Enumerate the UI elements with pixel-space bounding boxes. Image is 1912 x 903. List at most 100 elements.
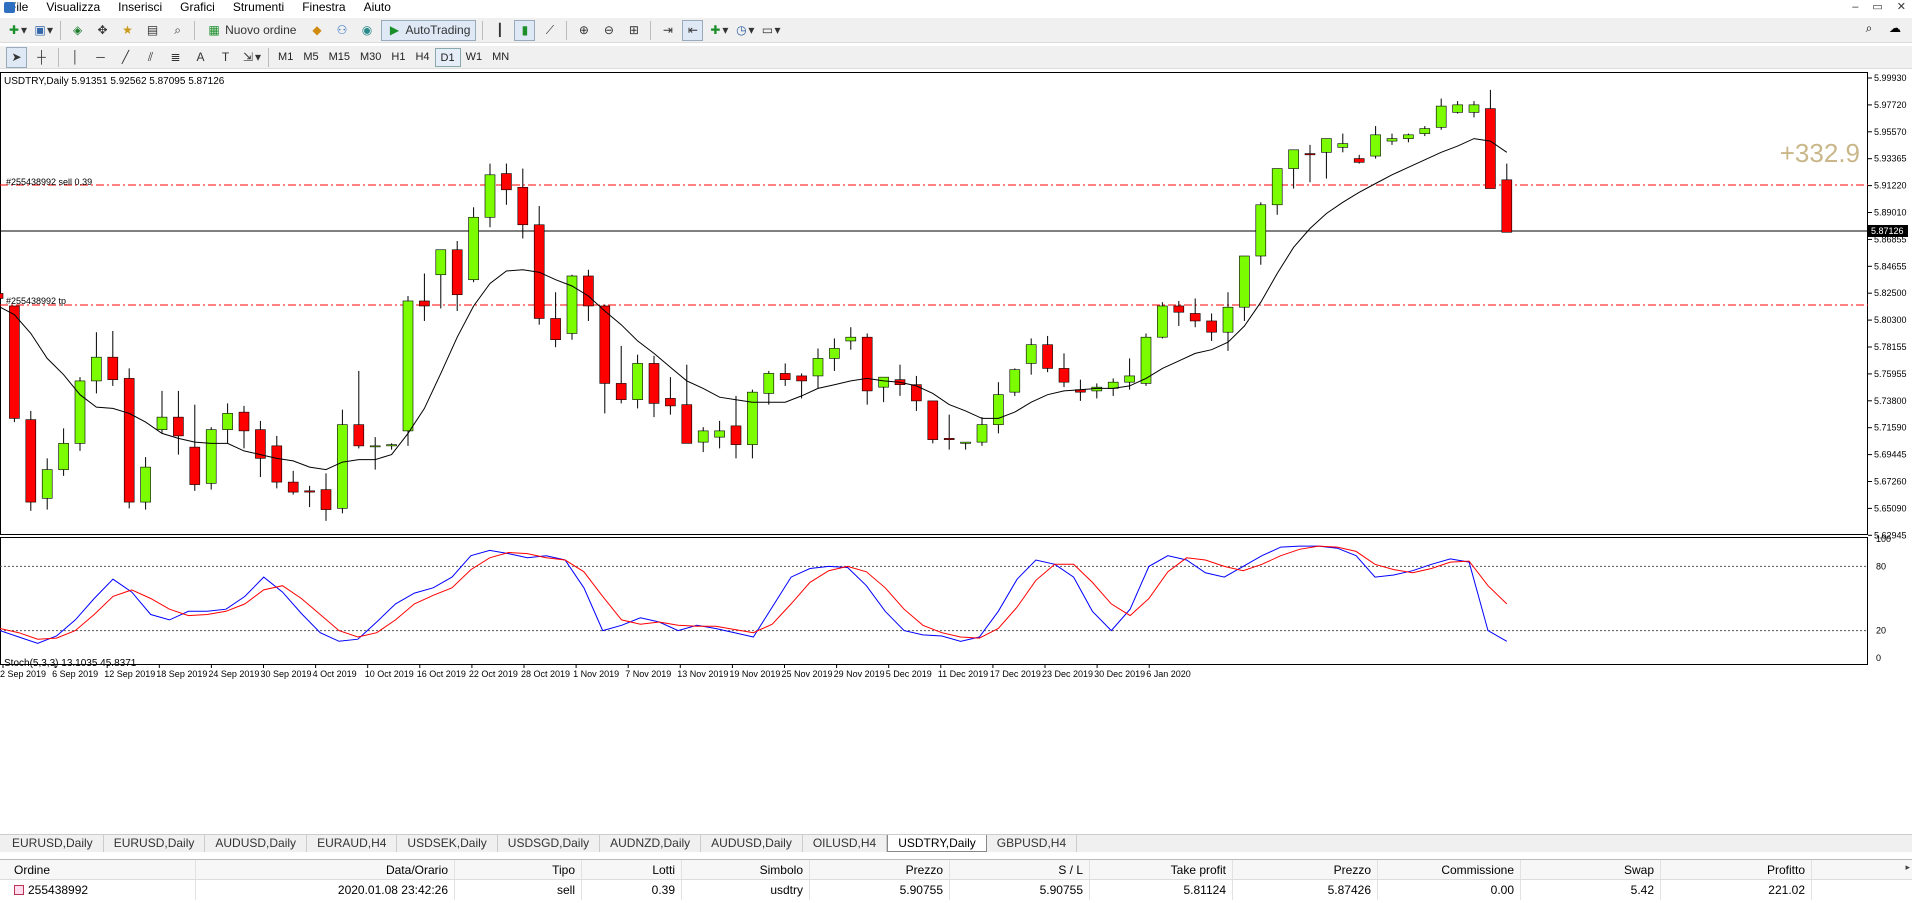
auto-scroll-button[interactable]: ⇥ <box>657 20 678 41</box>
zoom-out-button[interactable]: ⊖ <box>598 20 619 41</box>
col-sl[interactable]: S / L <box>950 860 1090 879</box>
candle-body <box>861 336 873 392</box>
periods-button[interactable]: ◷ ▾ <box>733 20 755 41</box>
tab-usdsgd-daily[interactable]: USDSGD,Daily <box>498 835 601 852</box>
chart-shift-button[interactable]: ⇤ <box>682 19 704 41</box>
timeframe-m1[interactable]: M1 <box>273 48 298 67</box>
candle-body <box>123 378 135 503</box>
channel-button[interactable]: ⫽ <box>140 47 161 68</box>
tab-usdsek-daily[interactable]: USDSEK,Daily <box>397 835 498 852</box>
trendline-button[interactable]: ╱ <box>115 47 136 68</box>
arrows-button[interactable]: ⇲ ▾ <box>240 47 262 68</box>
timeframe-m5[interactable]: M5 <box>298 48 323 67</box>
templates-button[interactable]: ▭ ▾ <box>759 20 781 41</box>
bar-chart-button[interactable]: ┃ <box>489 20 510 41</box>
tab-usdtry-daily[interactable]: USDTRY,Daily <box>887 835 987 852</box>
candle-body <box>501 173 512 191</box>
y-tick-label: 5.67260 <box>1874 477 1907 487</box>
candle-body <box>320 489 332 510</box>
cursor-button[interactable]: ➤ <box>6 46 27 68</box>
timeframe-d1[interactable]: D1 <box>434 47 461 67</box>
close-button[interactable]: ✕ <box>1897 0 1906 15</box>
indicators-button[interactable]: ✚ ▾ <box>707 20 729 41</box>
price-chart[interactable]: 5.99930 5.97720 5.95570 5.93365 5.91220 5.890… <box>0 72 1912 826</box>
timeframe-mn[interactable]: MN <box>487 48 514 67</box>
col-symbol[interactable]: Simbolo <box>682 860 810 879</box>
tab-eurusd-daily-2[interactable]: EURUSD,Daily <box>104 835 206 852</box>
col-price[interactable]: Prezzo <box>1233 860 1378 879</box>
col-tp[interactable]: Take profit <box>1090 860 1233 879</box>
bar-chart-icon: ┃ <box>496 23 504 37</box>
chat-icon[interactable]: ☁ <box>1888 21 1902 35</box>
vertical-line-button[interactable]: │ <box>65 47 86 68</box>
col-datetime[interactable]: Data/Orario <box>196 860 455 879</box>
zoom-in-icon: ⊕ <box>578 23 589 37</box>
candle-body <box>107 356 119 380</box>
zoom-in-button[interactable]: ⊕ <box>573 20 594 41</box>
line-chart-button[interactable]: ⟋ <box>539 20 560 41</box>
minimize-button[interactable]: – <box>1852 0 1858 15</box>
text-label-button[interactable]: T <box>215 47 236 68</box>
stoch-level-label: 100 <box>1876 534 1891 544</box>
new-chart-button[interactable]: ✚ ▾ <box>6 20 28 41</box>
scroll-right-icon[interactable]: ▸ <box>1905 862 1910 873</box>
x-tick-label: 29 Nov 2019 <box>834 669 885 679</box>
market-button[interactable]: ◉ <box>356 20 377 41</box>
signals-button[interactable]: ⚇ <box>331 20 352 41</box>
search-icon[interactable]: ⌕ <box>1862 21 1876 35</box>
text-button[interactable]: A <box>190 47 211 68</box>
candle-chart-button[interactable]: ▮ <box>514 19 536 41</box>
candle-body <box>878 376 889 388</box>
tab-audusd-daily[interactable]: AUDUSD,Daily <box>205 835 308 852</box>
y-tick-label: 5.91220 <box>1874 181 1907 191</box>
candle-body <box>960 441 971 444</box>
menu-insert[interactable]: Inserisci <box>109 0 171 15</box>
market-watch-button[interactable]: ◈ <box>67 20 88 41</box>
strategy-tester-button[interactable]: ⌕ <box>167 20 188 41</box>
standard-toolbar: ✚ ▾ ▣ ▾ ◈ ✥ ★ ▤ ⌕ ▦ Nuovo ordine ◆ ⚇ ◉ ▶ Aut… <box>0 18 1912 43</box>
candle-body <box>976 424 988 443</box>
timeframe-m30[interactable]: M30 <box>355 48 386 67</box>
menu-tools[interactable]: Strumenti <box>224 0 293 15</box>
candle-body <box>1468 104 1480 113</box>
fibonacci-button[interactable]: ≣ <box>165 47 186 68</box>
autotrading-button[interactable]: ▶ AutoTrading <box>381 19 477 41</box>
data-window-button[interactable]: ✥ <box>92 20 113 41</box>
menu-view[interactable]: Visualizza <box>37 0 109 15</box>
col-profit[interactable]: Profitto <box>1661 860 1812 879</box>
profiles-button[interactable]: ▣ ▾ <box>32 20 54 41</box>
chart-window[interactable]: 5.99930 5.97720 5.95570 5.93365 5.91220 5.890… <box>0 72 1912 826</box>
tester-icon: ⌕ <box>174 23 181 37</box>
menu-window[interactable]: Finestra <box>293 0 354 15</box>
crosshair-button[interactable]: ┼ <box>31 47 52 68</box>
col-type[interactable]: Tipo <box>455 860 582 879</box>
col-order[interactable]: Ordine <box>0 860 196 879</box>
col-lots[interactable]: Lotti <box>582 860 682 879</box>
terminal-button[interactable]: ▤ <box>142 20 163 41</box>
menu-charts[interactable]: Grafici <box>171 0 224 15</box>
candle-body <box>796 375 807 382</box>
col-open-price[interactable]: Prezzo <box>810 860 950 879</box>
candle-body <box>779 373 791 380</box>
table-row[interactable]: 255438992 2020.01.08 23:42:26 sell 0.39 … <box>0 880 1912 900</box>
restore-button[interactable]: ▭ <box>1872 0 1882 15</box>
tab-audnzd-daily[interactable]: AUDNZD,Daily <box>600 835 702 852</box>
col-commission[interactable]: Commissione <box>1378 860 1521 879</box>
timeframe-h1[interactable]: H1 <box>386 48 410 67</box>
timeframe-m15[interactable]: M15 <box>324 48 355 67</box>
meta-editor-button[interactable]: ◆ <box>306 20 327 41</box>
menu-help[interactable]: Aiuto <box>355 0 400 15</box>
tab-gbpusd-h4[interactable]: GBPUSD,H4 <box>987 835 1078 852</box>
tab-euraud-h4[interactable]: EURAUD,H4 <box>307 835 398 852</box>
timeframe-h4[interactable]: H4 <box>410 48 434 67</box>
y-tick-label: 5.97720 <box>1874 100 1907 110</box>
tab-audusd-daily-2[interactable]: AUDUSD,Daily <box>701 835 803 852</box>
tab-oilusd-h4[interactable]: OILUSD,H4 <box>803 835 888 852</box>
tile-windows-button[interactable]: ⊞ <box>623 20 644 41</box>
navigator-button[interactable]: ★ <box>117 20 138 41</box>
new-order-button[interactable]: ▦ Nuovo ordine <box>201 20 302 41</box>
col-swap[interactable]: Swap <box>1521 860 1661 879</box>
tab-eurusd-daily[interactable]: EURUSD,Daily <box>2 835 104 852</box>
horizontal-line-button[interactable]: ─ <box>90 47 111 68</box>
timeframe-w1[interactable]: W1 <box>461 48 488 67</box>
